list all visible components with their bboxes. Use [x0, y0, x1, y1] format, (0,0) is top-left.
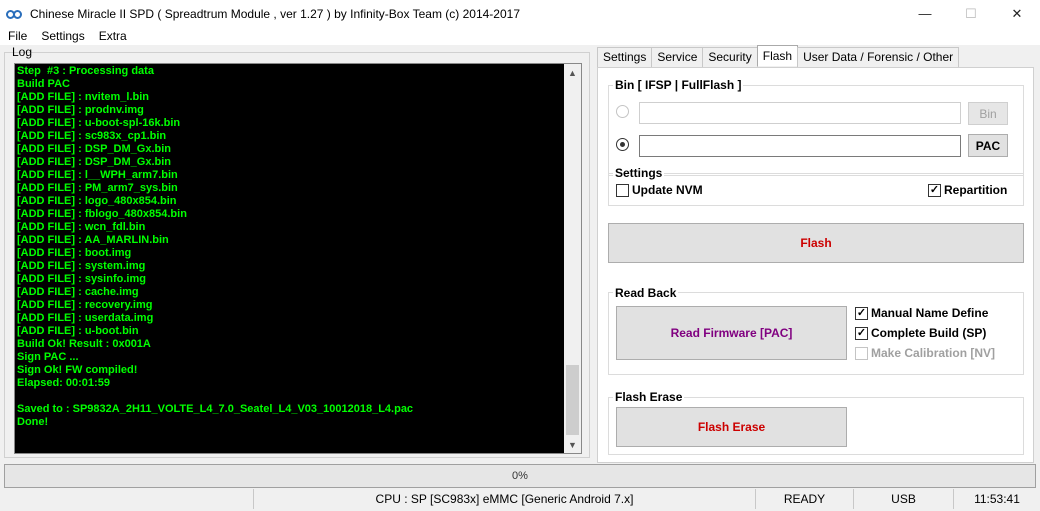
update-nvm-checkbox[interactable]: Update NVM	[616, 183, 703, 197]
scroll-up-icon[interactable]: ▲	[564, 64, 581, 81]
status-time: 11:53:41	[953, 489, 1040, 509]
make-calibration-label: Make Calibration [NV]	[871, 346, 996, 360]
window-title: Chinese Miracle II SPD ( Spreadtrum Modu…	[30, 6, 520, 21]
tab-flash[interactable]: Flash	[756, 45, 799, 66]
status-connection: USB	[853, 489, 953, 509]
log-line: [ADD FILE] : u-boot.bin	[17, 325, 139, 337]
bin-button: Bin	[968, 102, 1008, 125]
tab-security[interactable]: Security	[702, 47, 758, 67]
progress-bar: 0%	[4, 464, 1036, 488]
bin-path-field	[639, 102, 961, 124]
status-bar: CPU : SP [SC983x] eMMC [Generic Android …	[0, 489, 1040, 511]
log-line: [ADD FILE] : logo_480x854.bin	[17, 195, 177, 207]
menu-bar: File Settings Extra	[0, 27, 1040, 45]
log-line: Saved to : SP9832A_2H11_VOLTE_L4_7.0_Sea…	[17, 403, 414, 415]
log-line: Sign Ok! FW compiled!	[17, 364, 138, 376]
title-bar: Chinese Miracle II SPD ( Spreadtrum Modu…	[0, 0, 1040, 27]
flash-panel: Bin [ IFSP | FullFlash ] Bin PAC Setting…	[597, 67, 1034, 463]
bin-radio[interactable]	[616, 105, 629, 118]
repartition-checkbox[interactable]: ✓ Repartition	[928, 183, 1007, 197]
log-line: [ADD FILE] : cache.img	[17, 286, 139, 298]
log-line: Build PAC	[17, 78, 70, 90]
log-line: [ADD FILE] : u-boot-spl-16k.bin	[17, 117, 181, 129]
log-scrollbar[interactable]: ▲ ▼	[564, 64, 581, 453]
bin-group	[608, 85, 1024, 176]
tab-service[interactable]: Service	[651, 47, 704, 67]
app-icon	[6, 6, 22, 22]
flash-button[interactable]: Flash	[608, 223, 1024, 263]
settings-legend: Settings	[613, 166, 665, 180]
close-button[interactable]: ✕	[994, 0, 1040, 27]
tab-settings[interactable]: Settings	[597, 47, 653, 67]
log-line: Build Ok! Result : 0x001A	[17, 338, 151, 350]
log-line: Done!	[17, 416, 49, 428]
log-line: [ADD FILE] : DSP_DM_Gx.bin	[17, 143, 172, 155]
make-calibration-checkbox: Make Calibration [NV]	[855, 346, 995, 360]
erase-legend: Flash Erase	[613, 390, 685, 404]
log-line: [ADD FILE] : l__WPH_arm7.bin	[17, 169, 178, 181]
checkbox-box	[855, 346, 868, 360]
check-icon: ✓	[855, 306, 868, 320]
menu-file[interactable]: File	[0, 29, 33, 43]
log-line: [ADD FILE] : DSP_DM_Gx.bin	[17, 156, 172, 168]
tab-user-data[interactable]: User Data / Forensic / Other	[797, 47, 960, 67]
scroll-down-icon[interactable]: ▼	[564, 436, 581, 453]
log-line: [ADD FILE] : fblogo_480x854.bin	[17, 208, 187, 220]
minimize-button[interactable]: —	[902, 0, 948, 27]
tab-strip: Settings Service Security Flash User Dat…	[597, 45, 960, 67]
log-line: [ADD FILE] : recovery.img	[17, 299, 153, 311]
checkbox-box	[616, 183, 629, 197]
manual-name-label: Manual Name Define	[871, 306, 989, 320]
menu-settings[interactable]: Settings	[33, 29, 90, 43]
log-line: Elapsed: 00:01:59	[17, 377, 110, 389]
repartition-label: Repartition	[944, 183, 1008, 197]
manual-name-checkbox[interactable]: ✓ Manual Name Define	[855, 306, 988, 320]
maximize-button: ☐	[965, 5, 977, 21]
log-line: [ADD FILE] : sc983x_cp1.bin	[17, 130, 167, 142]
status-state: READY	[755, 489, 853, 509]
log-line: Sign PAC ...	[17, 351, 79, 363]
log-line: [ADD FILE] : PM_arm7_sys.bin	[17, 182, 178, 194]
pac-radio[interactable]	[616, 138, 629, 151]
pac-path-field[interactable]	[639, 135, 961, 157]
log-line: [ADD FILE] : sysinfo.img	[17, 273, 146, 285]
log-text: Step #3 : Processing data Build PAC [ADD F…	[17, 65, 563, 451]
progress-label: 0%	[512, 470, 528, 482]
complete-build-label: Complete Build (SP)	[871, 326, 987, 340]
readback-legend: Read Back	[613, 286, 679, 300]
complete-build-checkbox[interactable]: ✓ Complete Build (SP)	[855, 326, 986, 340]
log-line: [ADD FILE] : userdata.img	[17, 312, 154, 324]
scroll-thumb[interactable]	[566, 365, 579, 435]
menu-extra[interactable]: Extra	[91, 29, 133, 43]
status-cpu: CPU : SP [SC983x] eMMC [Generic Android …	[253, 489, 755, 509]
log-line: [ADD FILE] : nvitem_l.bin	[17, 91, 149, 103]
read-firmware-button[interactable]: Read Firmware [PAC]	[616, 306, 847, 360]
flash-erase-button[interactable]: Flash Erase	[616, 407, 847, 447]
log-line: [ADD FILE] : AA_MARLIN.bin	[17, 234, 169, 246]
log-line: Step #3 : Processing data	[17, 65, 154, 77]
check-icon: ✓	[855, 326, 868, 340]
log-line: [ADD FILE] : boot.img	[17, 247, 132, 259]
log-console[interactable]: Step #3 : Processing data Build PAC [ADD F…	[14, 63, 582, 454]
scroll-track[interactable]	[564, 81, 581, 436]
update-nvm-label: Update NVM	[632, 183, 703, 197]
bin-legend: Bin [ IFSP | FullFlash ]	[613, 78, 744, 92]
pac-button[interactable]: PAC	[968, 134, 1008, 157]
check-icon: ✓	[928, 183, 941, 197]
log-line: [ADD FILE] : prodnv.img	[17, 104, 144, 116]
log-line: [ADD FILE] : system.img	[17, 260, 146, 272]
log-line: [ADD FILE] : wcn_fdl.bin	[17, 221, 146, 233]
log-label: Log	[12, 45, 33, 59]
